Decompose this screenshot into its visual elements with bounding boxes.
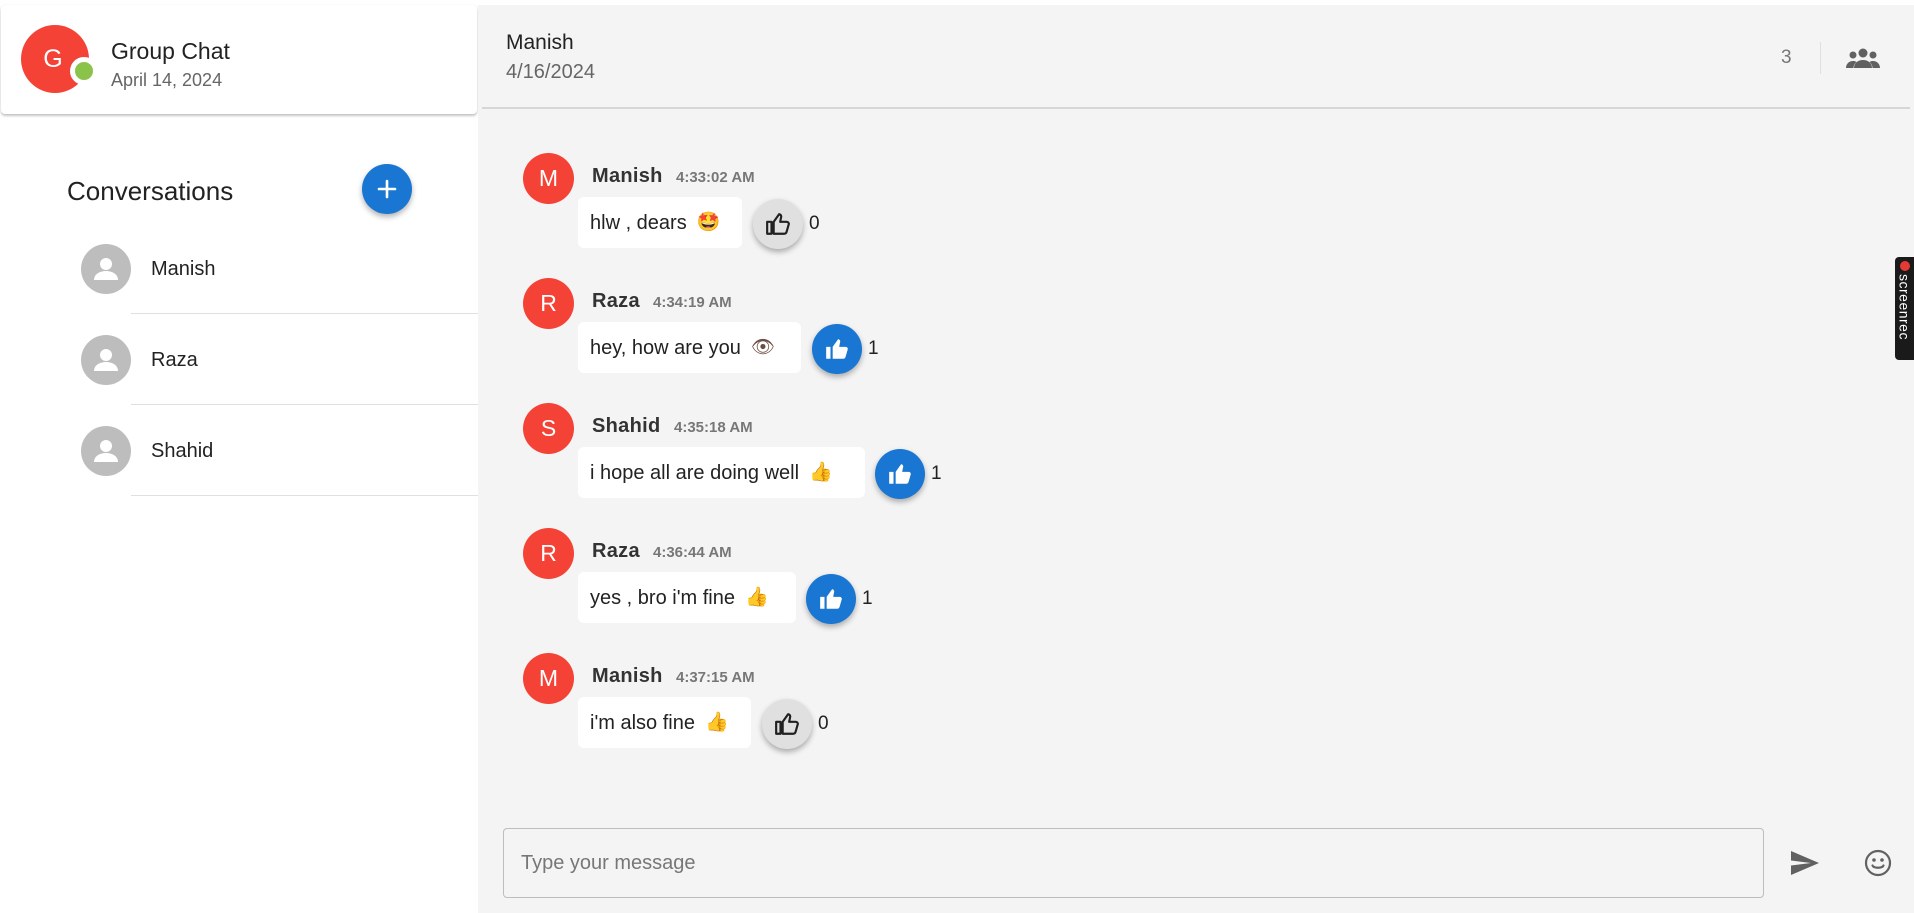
plus-icon xyxy=(377,179,397,199)
app-window: G Group Chat April 14, 2024 Conversation… xyxy=(0,0,1914,913)
message-bubble: i'm also fine 👍 xyxy=(578,697,751,748)
person-icon xyxy=(81,335,131,385)
divider xyxy=(131,495,478,496)
message-text: i'm also fine xyxy=(590,711,695,734)
message-item: M Manish 4:37:15 AM i'm also fine 👍 0 xyxy=(478,653,1478,763)
message-text: hlw , dears xyxy=(590,211,687,234)
like-button[interactable] xyxy=(753,199,803,249)
message-composer xyxy=(478,813,1914,913)
record-icon xyxy=(1899,261,1910,271)
message-bubble: hey, how are you 👁 xyxy=(578,322,801,373)
conversation-item-shahid[interactable]: Shahid xyxy=(0,405,478,496)
divider xyxy=(1820,42,1821,74)
online-status-dot xyxy=(70,57,98,85)
like-button[interactable] xyxy=(812,324,862,374)
message-sender: Manish xyxy=(592,665,663,687)
message-time: 4:35:18 AM xyxy=(674,419,753,436)
thumbs-up-emoji-icon: 👍 xyxy=(809,461,833,483)
message-time: 4:37:15 AM xyxy=(676,669,755,686)
message-bubble: hlw , dears 🤩 xyxy=(578,197,742,248)
star-struck-emoji-icon: 🤩 xyxy=(696,211,721,233)
conversation-item-raza[interactable]: Raza xyxy=(0,314,478,405)
message-time: 4:34:19 AM xyxy=(653,294,732,311)
message-bubble: yes , bro i'm fine 👍 xyxy=(578,572,796,623)
message-input[interactable] xyxy=(503,828,1764,898)
message-item: R Raza 4:36:44 AM yes , bro i'm fine 👍 1 xyxy=(478,528,1478,638)
conversation-item-manish[interactable]: Manish xyxy=(0,223,478,314)
group-date: April 14, 2024 xyxy=(111,70,223,90)
emoji-picker-button[interactable] xyxy=(1861,846,1895,880)
like-count: 1 xyxy=(931,463,942,484)
thumb-up-icon xyxy=(766,213,790,235)
chat-header: Manish 4/16/2024 3 xyxy=(482,5,1910,109)
message-bubble: i hope all are doing well 👍 xyxy=(578,447,865,498)
send-icon xyxy=(1791,851,1819,875)
message-list: M Manish 4:33:02 AM hlw , dears 🤩 0 R Ra… xyxy=(478,109,1914,799)
like-button[interactable] xyxy=(762,699,812,749)
message-text: i hope all are doing well xyxy=(590,461,800,484)
message-time: 4:36:44 AM xyxy=(653,544,732,561)
message-time: 4:33:02 AM xyxy=(676,169,755,186)
thumb-up-icon xyxy=(889,464,911,484)
thumb-up-icon xyxy=(775,713,799,735)
like-button[interactable] xyxy=(875,449,925,499)
like-count: 0 xyxy=(818,713,829,734)
group-title: Group Chat xyxy=(111,38,230,64)
chat-header-name: Manish xyxy=(506,31,574,54)
add-conversation-button[interactable] xyxy=(362,164,412,214)
chat-header-date: 4/16/2024 xyxy=(506,61,595,83)
avatar: R xyxy=(523,278,574,329)
eye-emoji-icon: 👁 xyxy=(750,336,775,358)
send-button[interactable] xyxy=(1788,846,1822,880)
message-text: yes , bro i'm fine xyxy=(590,586,735,609)
thumbs-up-emoji-icon: 👍 xyxy=(704,711,729,733)
conversation-name: Shahid xyxy=(151,440,214,462)
message-sender: Manish xyxy=(592,165,663,187)
group-icon xyxy=(1846,48,1880,68)
message-sender: Raza xyxy=(592,540,640,562)
like-count: 0 xyxy=(809,213,820,234)
thumb-up-icon xyxy=(826,339,848,359)
conversations-heading: Conversations xyxy=(67,176,234,206)
conversation-name: Raza xyxy=(151,349,198,371)
avatar: S xyxy=(523,403,574,454)
person-icon xyxy=(81,426,131,476)
conversation-name: Manish xyxy=(151,258,216,280)
like-count: 1 xyxy=(862,588,873,609)
screenrec-label: screenrec xyxy=(1896,274,1913,340)
avatar: R xyxy=(523,528,574,579)
thumbs-up-emoji-icon: 👍 xyxy=(744,586,769,608)
message-item: S Shahid 4:35:18 AM i hope all are doing… xyxy=(478,403,1478,513)
person-icon xyxy=(81,244,131,294)
emoji-icon xyxy=(1864,849,1892,877)
message-sender: Raza xyxy=(592,290,640,312)
message-item: R Raza 4:34:19 AM hey, how are you 👁 1 xyxy=(478,278,1478,388)
avatar: M xyxy=(523,153,574,204)
message-item: M Manish 4:33:02 AM hlw , dears 🤩 0 xyxy=(478,153,1478,263)
member-count: 3 xyxy=(1781,47,1792,68)
screenrec-tab[interactable]: screenrec xyxy=(1895,257,1914,360)
conversation-list: Manish Raza Shahid xyxy=(0,223,478,496)
message-sender: Shahid xyxy=(592,415,661,437)
avatar: M xyxy=(523,653,574,704)
sidebar: G Group Chat April 14, 2024 Conversation… xyxy=(0,0,478,913)
message-text: hey, how are you xyxy=(590,336,741,359)
chat-panel: Manish 4/16/2024 3 M Manish 4:33:02 AM h… xyxy=(478,5,1914,913)
members-button[interactable] xyxy=(1845,45,1881,71)
thumb-up-icon xyxy=(820,589,842,609)
group-profile-card[interactable]: G Group Chat April 14, 2024 xyxy=(1,5,477,114)
like-button[interactable] xyxy=(806,574,856,624)
like-count: 1 xyxy=(868,338,879,359)
